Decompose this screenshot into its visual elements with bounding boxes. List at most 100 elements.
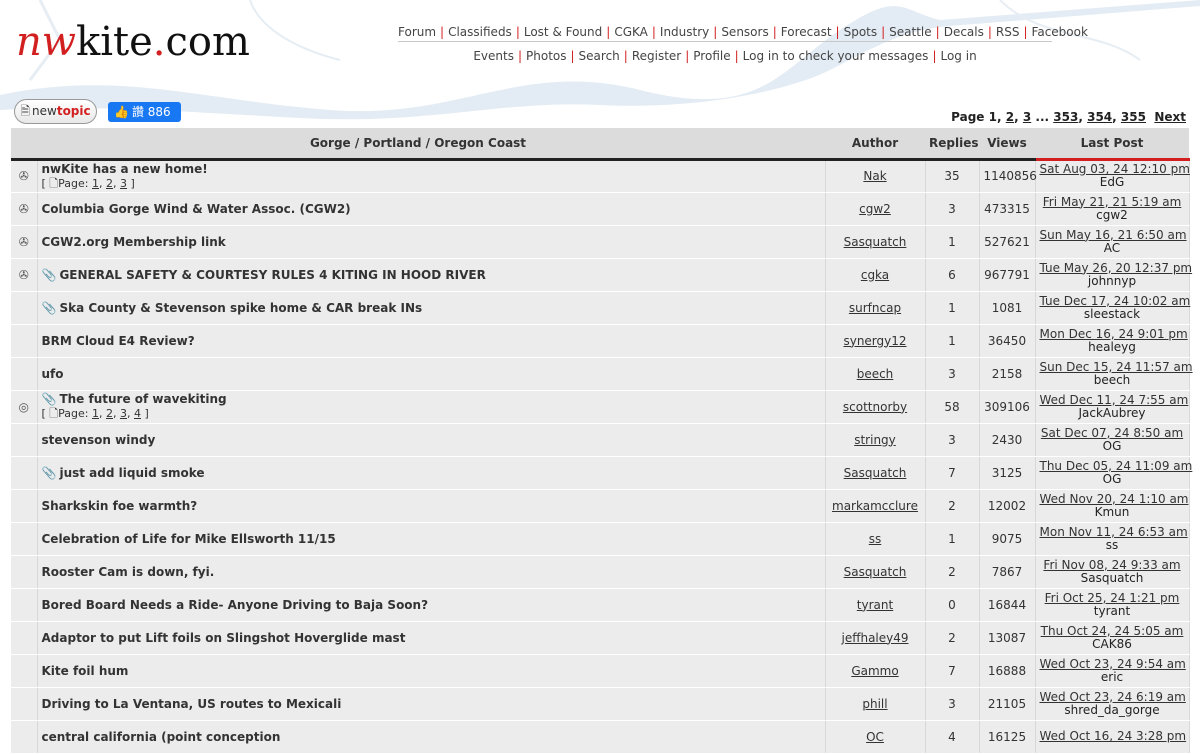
author-link[interactable]: Sasquatch: [844, 235, 907, 249]
last-post-date-link[interactable]: Thu Dec 05, 24 11:09 am: [1040, 459, 1193, 473]
topic-page-link[interactable]: 3: [120, 177, 127, 190]
last-post-date-link[interactable]: Thu Oct 24, 24 5:05 am: [1041, 624, 1184, 638]
author-link[interactable]: jeffhaley49: [841, 631, 908, 645]
author-link[interactable]: Sasquatch: [844, 466, 907, 480]
nav-link-seattle[interactable]: Seattle: [889, 25, 931, 39]
author-link[interactable]: OC: [866, 730, 884, 744]
topic-title-link[interactable]: Celebration of Life for Mike Ellsworth 1…: [42, 532, 336, 546]
header-views: Views: [979, 128, 1035, 161]
topic-page-link[interactable]: 1: [92, 407, 99, 420]
last-post-user: healeyg: [1088, 339, 1136, 354]
last-post-user: Sasquatch: [1080, 570, 1144, 585]
announcement-icon: ✇: [18, 267, 29, 282]
nav-separator: |: [734, 49, 739, 63]
nav-link-search[interactable]: Search: [579, 49, 620, 63]
last-post-date-link[interactable]: Wed Oct 23, 24 6:19 am: [1040, 690, 1186, 704]
nav-link-photos[interactable]: Photos: [526, 49, 566, 63]
page-link-353[interactable]: 353: [1053, 110, 1078, 124]
last-post-date-link[interactable]: Sun May 16, 21 6:50 am: [1040, 228, 1187, 242]
nav-link-decals[interactable]: Decals: [944, 25, 984, 39]
nav-link-spots[interactable]: Spots: [844, 25, 878, 39]
nav-link-lost-found[interactable]: Lost & Found: [524, 25, 602, 39]
topic-title-link[interactable]: ufo: [42, 367, 64, 381]
nav-link-events[interactable]: Events: [473, 49, 514, 63]
nav-link-log-in[interactable]: Log in: [940, 49, 976, 63]
page-link-3[interactable]: 3: [1023, 110, 1031, 124]
topic-title-link[interactable]: central california (point conception: [42, 730, 281, 744]
topic-title-link[interactable]: Driving to La Ventana, US routes to Mexi…: [42, 697, 342, 711]
author-link[interactable]: Gammo: [851, 664, 898, 678]
facebook-like-button[interactable]: 👍 讚 886: [108, 102, 181, 122]
topic-row: 📎 just add liquid smoke Sasquatch 7 3125 Thu …: [11, 456, 1192, 490]
last-post-date-link[interactable]: Fri Oct 25, 24 1:21 pm: [1045, 591, 1180, 605]
topic-status-cell: ◎: [11, 390, 38, 424]
topic-title-link[interactable]: Kite foil hum: [42, 664, 129, 678]
last-post-date-link[interactable]: Fri Nov 08, 24 9:33 am: [1043, 558, 1180, 572]
last-post-date-link[interactable]: Sat Aug 03, 24 12:10 pm: [1040, 162, 1190, 176]
nav-link-sensors[interactable]: Sensors: [721, 25, 768, 39]
last-post-date-link[interactable]: Mon Dec 16, 24 9:01 pm: [1040, 327, 1188, 341]
last-post-date-link[interactable]: Wed Dec 11, 24 7:55 am: [1040, 393, 1189, 407]
topic-title-link[interactable]: nwKite has a new home!: [42, 162, 208, 176]
topic-title-link[interactable]: Sharkskin foe warmth?: [42, 499, 198, 513]
nav-link-industry[interactable]: Industry: [660, 25, 709, 39]
nav-link-facebook[interactable]: Facebook: [1032, 25, 1088, 39]
author-link[interactable]: markamcclure: [832, 499, 918, 513]
topic-title-link[interactable]: GENERAL SAFETY & COURTESY RULES 4 KITING…: [59, 268, 485, 282]
page-link-354[interactable]: 354: [1087, 110, 1112, 124]
topic-title-link[interactable]: Adaptor to put Lift foils on Slingshot H…: [42, 631, 406, 645]
author-link[interactable]: ss: [869, 532, 882, 546]
author-link[interactable]: beech: [857, 367, 894, 381]
page-link-355[interactable]: 355: [1121, 110, 1146, 124]
topic-page-link[interactable]: 2: [106, 407, 113, 420]
last-post-date-link[interactable]: Wed Nov 20, 24 1:10 am: [1040, 492, 1189, 506]
views-count: 16125: [979, 720, 1036, 754]
nav-link-cgka[interactable]: CGKA: [614, 25, 648, 39]
author-link[interactable]: cgw2: [859, 202, 891, 216]
author-link[interactable]: surfncap: [849, 301, 901, 315]
topic-title-link[interactable]: BRM Cloud E4 Review?: [42, 334, 195, 348]
site-logo[interactable]: nwkite.com: [16, 18, 250, 66]
next-page-link[interactable]: Next: [1154, 110, 1186, 124]
last-post-date-link[interactable]: Sat Dec 07, 24 8:50 am: [1041, 426, 1183, 440]
author-link[interactable]: Nak: [863, 169, 886, 183]
page-link-2[interactable]: 2: [1006, 110, 1014, 124]
author-link[interactable]: stringy: [854, 433, 896, 447]
author-cell: Sasquatch: [825, 456, 926, 490]
topic-title-link[interactable]: CGW2.org Membership link: [42, 235, 226, 249]
author-link[interactable]: scottnorby: [843, 400, 907, 414]
topic-title-link[interactable]: Rooster Cam is down, fyi.: [42, 565, 215, 579]
author-link[interactable]: tyrant: [857, 598, 893, 612]
topic-page-link[interactable]: 2: [106, 177, 113, 190]
nav-link-log-in-to-check-your-messages[interactable]: Log in to check your messages: [743, 49, 929, 63]
author-link[interactable]: Sasquatch: [844, 565, 907, 579]
last-post-date-link[interactable]: Tue May 26, 20 12:37 pm: [1040, 261, 1193, 275]
last-post-date-link[interactable]: Tue Dec 17, 24 10:02 am: [1040, 294, 1191, 308]
nav-link-rss[interactable]: RSS: [996, 25, 1020, 39]
last-post-date-link[interactable]: Fri May 21, 21 5:19 am: [1043, 195, 1182, 209]
topic-title-link[interactable]: Ska County & Stevenson spike home & CAR …: [59, 301, 422, 315]
nav-link-register[interactable]: Register: [632, 49, 681, 63]
topic-page-link[interactable]: 3: [120, 407, 127, 420]
last-post-date-link[interactable]: Wed Oct 23, 24 9:54 am: [1040, 657, 1186, 671]
nav-link-classifieds[interactable]: Classifieds: [448, 25, 512, 39]
topic-page-link[interactable]: 4: [134, 407, 141, 420]
topic-title-link[interactable]: Bored Board Needs a Ride- Anyone Driving…: [42, 598, 429, 612]
nav-link-forum[interactable]: Forum: [398, 25, 436, 39]
author-link[interactable]: cgka: [861, 268, 889, 282]
nav-link-forecast[interactable]: Forecast: [781, 25, 832, 39]
last-post-date-link[interactable]: Sun Dec 15, 24 11:57 am: [1040, 360, 1193, 374]
last-post-date-link[interactable]: Mon Nov 11, 24 6:53 am: [1040, 525, 1188, 539]
topic-row: BRM Cloud E4 Review? synergy12 1 36450 Mon D…: [11, 324, 1190, 358]
new-topic-button[interactable]: 🗎 newtopic: [14, 99, 97, 124]
last-post-date-link[interactable]: Wed Oct 16, 24 3:28 pm: [1040, 729, 1187, 743]
topic-title-link[interactable]: Columbia Gorge Wind & Water Assoc. (CGW2…: [42, 202, 351, 216]
author-link[interactable]: synergy12: [843, 334, 906, 348]
topic-row: ◎ 📎 The future of wavekiting[ 🗋Page: 1, 2,…: [11, 390, 1190, 424]
topic-title-link[interactable]: The future of wavekiting: [59, 392, 226, 406]
topic-title-link[interactable]: just add liquid smoke: [59, 466, 204, 480]
author-link[interactable]: phill: [862, 697, 887, 711]
topic-title-link[interactable]: stevenson windy: [42, 433, 156, 447]
nav-link-profile[interactable]: Profile: [693, 49, 730, 63]
topic-page-link[interactable]: 1: [92, 177, 99, 190]
